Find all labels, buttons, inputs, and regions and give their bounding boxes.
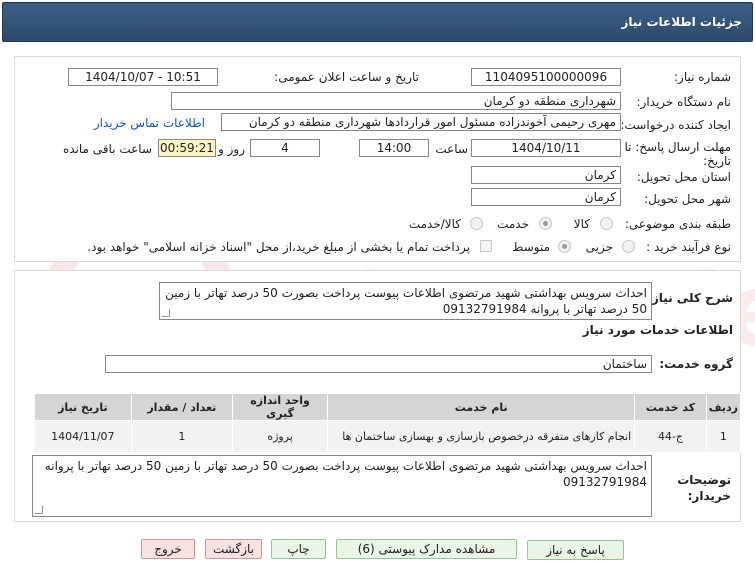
contact-buyer-link[interactable]: اطلاعات تماس خریدار bbox=[94, 116, 205, 130]
table-row[interactable]: 1 ج-44 انجام کارهای متفرقه درخصوص بازساز… bbox=[34, 420, 742, 453]
col-service-name: نام خدمت bbox=[327, 393, 636, 421]
summary-text: احداث سرویس بهداشتی شهید مرتضوی اطلاعات … bbox=[165, 286, 647, 316]
province-label: استان محل تحویل: bbox=[636, 170, 731, 184]
category-option-goods-service: کالا/خدمت bbox=[408, 217, 461, 231]
buyer-label: نام دستگاه خریدار: bbox=[636, 95, 732, 109]
days-field[interactable]: 4 bbox=[250, 139, 320, 157]
back-button[interactable]: بازگشت bbox=[205, 539, 262, 559]
buyer-notes-text: احداث سرویس بهداشتی شهید مرتضوی اطلاعات … bbox=[44, 459, 647, 489]
cell-unit: پروژه bbox=[231, 420, 329, 453]
cell-quantity: 1 bbox=[130, 420, 233, 453]
category-option-goods: کالا bbox=[573, 217, 590, 231]
cell-need-date: 1404/11/07 bbox=[34, 420, 132, 453]
deadline-date-field[interactable]: 1404/10/11 bbox=[471, 139, 621, 157]
process-option-medium: متوسط bbox=[512, 240, 550, 254]
service-group-label: گروه خدمت: bbox=[659, 357, 733, 371]
exit-button[interactable]: خروج bbox=[141, 539, 195, 559]
category-label: طبقه بندی موضوعی: bbox=[624, 217, 731, 231]
attachments-button[interactable]: مشاهده مدارک پیوستی (6) bbox=[336, 539, 517, 559]
remaining-label: ساعت باقی مانده bbox=[62, 142, 152, 156]
process-option-minor: جزیی bbox=[585, 240, 613, 254]
treasury-payment-note: پرداخت تمام یا بخشی از مبلغ خرید،از محل … bbox=[87, 240, 470, 254]
buyer-notes-textarea[interactable]: احداث سرویس بهداشتی شهید مرتضوی اطلاعات … bbox=[32, 455, 652, 517]
deadline-label: مهلت ارسال پاسخ: تا تاریخ: bbox=[624, 140, 731, 168]
category-radio-service[interactable] bbox=[539, 217, 552, 230]
col-quantity: تعداد / مقدار bbox=[130, 393, 233, 421]
table-header-row: ردیف کد خدمت نام خدمت واحد اندازه گیری ت… bbox=[34, 393, 742, 421]
col-unit: واحد اندازه گیری bbox=[231, 393, 329, 421]
process-radio-minor[interactable] bbox=[622, 240, 635, 253]
deadline-time-field[interactable]: 14:00 bbox=[359, 139, 429, 157]
treasury-payment-checkbox[interactable] bbox=[480, 240, 492, 252]
cell-service-code: ج-44 bbox=[634, 420, 707, 453]
category-option-service: خدمت bbox=[497, 217, 529, 231]
cell-service-name: انجام کارهای متفرقه درخصوص بازسازی و بهس… bbox=[327, 420, 636, 453]
page-title: جزئیات اطلاعات نیاز bbox=[621, 15, 742, 29]
col-need-date: تاریخ نیاز bbox=[34, 393, 132, 421]
service-group-field[interactable]: ساختمان bbox=[105, 355, 652, 373]
city-field[interactable]: کرمان bbox=[471, 188, 621, 206]
summary-textarea[interactable]: احداث سرویس بهداشتی شهید مرتضوی اطلاعات … bbox=[159, 282, 652, 320]
need-number-label: شماره نیاز: bbox=[674, 70, 731, 84]
resize-grip-icon[interactable] bbox=[162, 309, 170, 317]
col-service-code: کد خدمت bbox=[634, 393, 707, 421]
province-field[interactable]: کرمان bbox=[471, 166, 621, 184]
creator-field[interactable]: مهری رحیمی آخوندزاده مسئول امور قرارداده… bbox=[221, 113, 621, 131]
buyer-field[interactable]: شهرداری منطقه دو کرمان bbox=[171, 92, 621, 110]
need-number-field[interactable]: 1104095100000096 bbox=[471, 68, 621, 86]
col-row-index: ردیف bbox=[705, 393, 742, 421]
buyer-notes-label: توضیحات خریدار: bbox=[677, 473, 731, 503]
resize-grip-icon[interactable] bbox=[35, 506, 43, 514]
category-radio-goods-service[interactable] bbox=[470, 217, 483, 230]
services-heading: اطلاعات خدمات مورد نیاز bbox=[582, 323, 733, 337]
creator-label: ایجاد کننده درخواست: bbox=[620, 118, 731, 132]
reply-button[interactable]: پاسخ به نیاز bbox=[527, 540, 624, 560]
process-radio-medium[interactable] bbox=[558, 240, 571, 253]
announce-field[interactable]: 1404/10/07 - 10:51 bbox=[68, 68, 218, 86]
days-label: روز و bbox=[218, 142, 245, 156]
process-label: نوع فرآیند خرید : bbox=[646, 240, 731, 254]
print-button[interactable]: چاپ bbox=[271, 539, 326, 559]
page-header: جزئیات اطلاعات نیاز bbox=[2, 2, 753, 42]
city-label: شهر محل تحویل: bbox=[644, 192, 731, 206]
category-radio-goods[interactable] bbox=[600, 217, 613, 230]
remaining-time-field[interactable]: 00:59:21 bbox=[158, 139, 216, 157]
services-table: ردیف کد خدمت نام خدمت واحد اندازه گیری ت… bbox=[34, 393, 742, 453]
summary-label: شرح کلی نیاز: bbox=[647, 291, 733, 305]
deadline-time-label: ساعت bbox=[435, 142, 468, 156]
announce-label: تاریخ و ساعت اعلان عمومی: bbox=[274, 70, 419, 84]
cell-row-index: 1 bbox=[705, 420, 742, 453]
